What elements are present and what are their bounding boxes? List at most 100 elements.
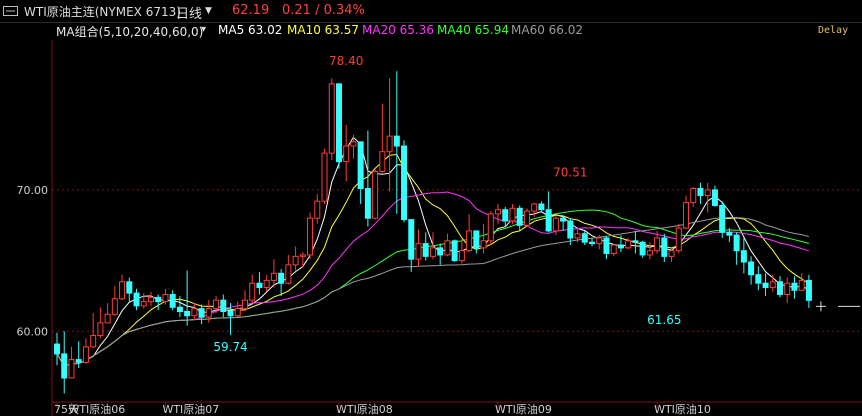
x-tick-label: WTI原油08 (336, 402, 393, 416)
candle-body (307, 217, 314, 256)
candle-body (784, 282, 791, 296)
candle-body (589, 241, 596, 245)
candle-body (422, 243, 429, 257)
x-tick-label: WTI原油06 (68, 402, 125, 416)
candle-body (523, 210, 530, 226)
ma-line-ma10 (56, 153, 810, 367)
candle-body (668, 250, 675, 257)
candle-body (473, 230, 480, 249)
candle-body (791, 282, 798, 291)
candle-body (552, 217, 559, 232)
candle-body (502, 209, 509, 222)
candle-body (690, 187, 697, 204)
candle-body (68, 359, 75, 379)
candle-body (147, 296, 154, 303)
extreme-label: 61.65 (647, 313, 681, 327)
candle-body (335, 83, 342, 163)
candle-body (509, 207, 516, 222)
candle-body (625, 240, 632, 249)
candle-body (401, 145, 408, 221)
candle-body (444, 240, 451, 256)
candle-body (119, 281, 126, 300)
candle-body (654, 237, 661, 252)
candle-body (314, 200, 321, 219)
candle-body (321, 152, 328, 202)
candle-body (495, 209, 502, 215)
candle-body (466, 230, 473, 252)
candle-body (538, 203, 545, 211)
candle-body (683, 202, 690, 229)
candle-body (213, 299, 220, 310)
candle-body (769, 281, 776, 288)
candle-body (704, 189, 711, 197)
candle-body (437, 247, 444, 256)
candle-body (198, 308, 205, 318)
candle-body (545, 209, 552, 232)
candle-body (560, 217, 567, 222)
candle-body (711, 189, 718, 206)
candle-body (140, 301, 147, 307)
candle-body (372, 171, 379, 219)
candle-body (740, 250, 747, 263)
candle-body (270, 272, 277, 281)
candle-body (184, 311, 191, 317)
candlestick-chart[interactable]: 70.0060.0075天WTI原油06 WTI原油07 WTI原油08 WTI原油0… (0, 0, 862, 416)
x-tick-label: WTI原油07 (162, 402, 219, 416)
x-tick-label: WTI原油10 (654, 402, 711, 416)
candle-body (531, 203, 538, 212)
candle-body (278, 272, 285, 284)
candle-body (104, 313, 111, 324)
candle-body (176, 306, 183, 312)
candle-body (805, 279, 812, 301)
candle-body (90, 335, 97, 348)
candle-body (733, 234, 740, 252)
candle-body (661, 237, 668, 257)
grid (51, 40, 862, 416)
annotations: 78.40 70.51 59.74 61.65 (213, 54, 681, 354)
candle-body (133, 292, 140, 307)
extreme-label: 59.74 (213, 340, 247, 354)
candle-body (205, 308, 212, 318)
candle-body (639, 241, 646, 256)
candle-body (726, 231, 733, 236)
candle-body (487, 213, 494, 242)
candle-body (328, 83, 335, 154)
candle-body (299, 254, 306, 257)
cursor (815, 301, 860, 312)
candle-body (480, 240, 487, 249)
candle-body (350, 141, 357, 147)
candle-body (285, 264, 292, 284)
candle-body (697, 187, 704, 197)
extreme-label: 70.51 (553, 166, 587, 180)
extreme-label: 78.40 (329, 54, 363, 68)
candle-body (75, 359, 82, 363)
candle-body (755, 274, 762, 284)
candle-body (393, 135, 400, 147)
candle-body (675, 227, 682, 252)
candle-body (777, 281, 783, 296)
candle-body (610, 244, 617, 255)
candle-body (408, 219, 415, 260)
candle-body (220, 299, 227, 312)
candle-body (234, 308, 241, 317)
candle-body (357, 141, 364, 189)
candle-body (54, 343, 60, 355)
candle-body (227, 311, 234, 317)
candle-body (82, 346, 89, 363)
candle-body (162, 294, 169, 303)
candle-body (451, 240, 458, 262)
candle-body (719, 204, 726, 233)
candle-body (241, 299, 248, 310)
candle-body (762, 282, 769, 288)
candle-body (574, 233, 581, 239)
ma-line-ma20 (56, 191, 810, 367)
candle-body (263, 279, 270, 288)
candle-body (343, 145, 350, 163)
candle-body (191, 308, 198, 317)
candle-body (415, 243, 422, 260)
candle-body (386, 135, 393, 153)
candle-body (581, 233, 588, 243)
y-tick-label: 60.00 (17, 325, 49, 338)
candle-body (155, 296, 162, 303)
candle-body (256, 282, 263, 288)
